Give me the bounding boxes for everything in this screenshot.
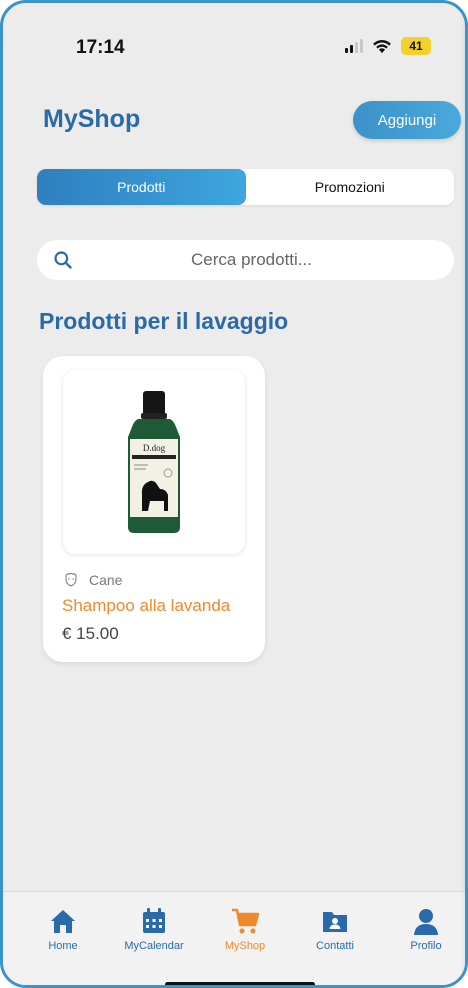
search-placeholder: Cerca prodotti...	[191, 250, 312, 269]
nav-contacts[interactable]: Contatti	[295, 906, 375, 952]
nav-profile[interactable]: Profilo	[386, 906, 465, 952]
nav-myshop-label: MyShop	[224, 940, 266, 952]
status-time: 17:14	[76, 37, 125, 58]
profile-icon	[414, 909, 438, 935]
brand-label: D.dog	[143, 443, 166, 453]
contacts-icon	[323, 912, 347, 932]
nav-profile-label: Profilo	[410, 940, 442, 952]
home-indicator	[165, 982, 315, 985]
nav-myshop[interactable]: MyShop	[205, 906, 285, 952]
battery-indicator: 41	[401, 37, 431, 55]
add-button[interactable]: Aggiungi	[353, 101, 461, 139]
phone-frame: 17:14 41 MyShop Aggiungi Prodotti Promoz…	[0, 0, 468, 988]
product-category: Cane	[63, 572, 122, 588]
search-input[interactable]: Cerca prodotti...	[37, 240, 454, 280]
home-icon	[51, 910, 75, 933]
wifi-icon	[373, 40, 391, 54]
tab-products[interactable]: Prodotti	[37, 169, 246, 205]
product-price: € 15.00	[62, 624, 119, 643]
search-icon	[54, 251, 72, 269]
nav-home[interactable]: Home	[23, 906, 103, 952]
cart-icon	[232, 908, 260, 934]
product-name[interactable]: Shampoo alla lavanda	[62, 596, 230, 616]
nav-calendar-label: MyCalendar	[124, 940, 184, 952]
shampoo-bottle-image: D.dog	[128, 391, 180, 533]
nav-contacts-label: Contatti	[316, 940, 354, 952]
tab-promotions[interactable]: Promozioni	[246, 169, 455, 205]
nav-calendar[interactable]: MyCalendar	[114, 906, 194, 952]
signal-icon	[345, 39, 363, 53]
category-label: Cane	[89, 572, 123, 588]
section-title: Prodotti per il lavaggio	[39, 308, 289, 334]
nav-home-label: Home	[48, 940, 78, 952]
product-card[interactable]: D.dog Cane Shampoo alla lavanda € 15.00	[43, 356, 265, 662]
page-title: MyShop	[43, 105, 141, 133]
status-icons: 41	[345, 37, 431, 55]
calendar-icon	[143, 908, 165, 933]
product-image: D.dog	[63, 370, 245, 554]
tab-bar: Prodotti Promozioni	[37, 169, 454, 205]
bottom-nav: Home MyCalendar MyShop Contatti Profilo	[3, 891, 465, 985]
dog-icon	[65, 572, 77, 587]
